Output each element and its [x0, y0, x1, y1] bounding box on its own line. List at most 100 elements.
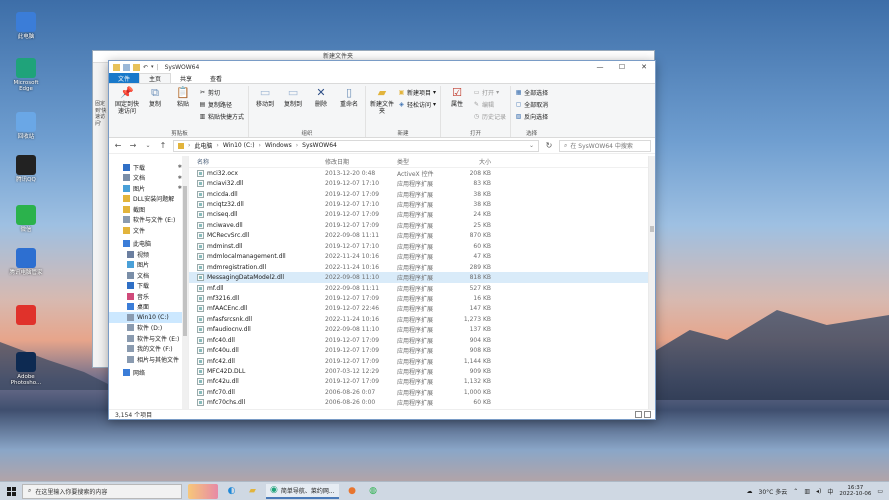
refresh-icon[interactable]: ↻: [544, 141, 554, 150]
desktop-icon[interactable]: 微信: [6, 205, 46, 233]
tray-overflow-icon[interactable]: ⌃: [793, 488, 798, 495]
open-button[interactable]: ▭ 打开 ▾: [473, 88, 506, 97]
forward-arrow-icon[interactable]: →: [128, 141, 138, 150]
new-folder-button[interactable]: ▰ 新建文件夹: [370, 86, 394, 115]
column-name[interactable]: 名称: [189, 157, 319, 166]
recent-locations-icon[interactable]: ⌄: [143, 142, 153, 149]
details-view-icon[interactable]: [635, 411, 642, 418]
ime-indicator[interactable]: 中: [827, 487, 833, 496]
nav-item[interactable]: 相片与其他文件: [109, 354, 188, 365]
nav-item[interactable]: 下载: [109, 281, 188, 292]
weather-text[interactable]: 30°C 多云: [759, 487, 788, 496]
nav-scrollbar[interactable]: [182, 156, 188, 409]
file-row[interactable]: mciwave.dll 2019-12-07 17:09 应用程序扩展 25 KB: [189, 220, 655, 230]
tab-view[interactable]: 查看: [201, 73, 231, 83]
file-explorer-icon[interactable]: ▰: [245, 484, 260, 499]
maximize-button[interactable]: ☐: [611, 63, 633, 71]
title-bar[interactable]: ↶ ▾ | SysWOW64 — ☐ ✕: [109, 61, 655, 73]
easy-access-button[interactable]: ◈ 轻松访问 ▾: [398, 100, 436, 109]
file-row[interactable]: mfAACEnc.dll 2019-12-07 22:46 应用程序扩展 147 KB: [189, 304, 655, 314]
address-dropdown-icon[interactable]: ⌄: [529, 142, 534, 149]
file-row[interactable]: mfc42.dll 2019-12-07 17:09 应用程序扩展 1,144 KB: [189, 356, 655, 366]
tab-home[interactable]: 主页: [139, 73, 172, 83]
properties-button[interactable]: ☑ 属性: [445, 86, 469, 109]
file-row[interactable]: mci32.ocx 2013-12-20 0:48 ActiveX 控件 208 KB: [189, 168, 655, 178]
file-row[interactable]: mdmlocalmanagement.dll 2022-11-24 10:16 应用…: [189, 252, 655, 262]
nav-item[interactable]: 视频: [109, 249, 188, 260]
column-type[interactable]: 类型: [391, 157, 451, 166]
weather-icon[interactable]: ☁: [747, 488, 753, 495]
firefox-icon[interactable]: ●: [345, 484, 360, 499]
close-button[interactable]: ✕: [633, 63, 655, 71]
taskbar-search[interactable]: ⌕ 在这里输入你要搜索的内容: [22, 483, 182, 499]
new-folder-icon[interactable]: [133, 63, 140, 71]
file-row[interactable]: mfc40u.dll 2019-12-07 17:09 应用程序扩展 908 KB: [189, 345, 655, 355]
cut-button[interactable]: ✂ 剪切: [199, 88, 244, 97]
file-row[interactable]: mfc70chs.dll 2006-08-26 0:00 应用程序扩展 60 KB: [189, 398, 655, 408]
file-row[interactable]: mf3216.dll 2019-12-07 17:09 应用程序扩展 16 KB: [189, 293, 655, 303]
file-row[interactable]: mf.dll 2022-09-08 11:11 应用程序扩展 527 KB: [189, 283, 655, 293]
wechat-icon[interactable]: ◍: [366, 484, 381, 499]
paste-shortcut-button[interactable]: ▥ 粘贴快捷方式: [199, 112, 244, 121]
task-view-icon[interactable]: ◐: [224, 484, 239, 499]
copy-button[interactable]: ⧉ 复制: [143, 86, 167, 109]
nav-item[interactable]: 音乐: [109, 291, 188, 302]
nav-item[interactable]: 网络: [109, 368, 188, 379]
search-highlight-icon[interactable]: [188, 483, 218, 499]
volume-icon[interactable]: ◂): [816, 488, 821, 495]
clock[interactable]: 16:37 2022-10-06: [839, 485, 871, 498]
pin-to-quick-access-button[interactable]: 📌 固定到快速访问: [115, 86, 139, 115]
nav-item[interactable]: 软件与文件 (E:): [109, 215, 188, 226]
nav-item[interactable]: 此电脑: [109, 239, 188, 250]
start-button[interactable]: [0, 486, 22, 496]
breadcrumb-syswow64[interactable]: SysWOW64: [302, 142, 337, 149]
move-to-button[interactable]: ▭ 移动到: [253, 86, 277, 109]
nav-item[interactable]: 图片: [109, 260, 188, 271]
column-size[interactable]: 大小: [451, 157, 497, 166]
desktop-icon[interactable]: Microsoft Edge: [6, 58, 46, 92]
properties-icon[interactable]: [123, 63, 130, 71]
nav-item[interactable]: 软件 (D:): [109, 323, 188, 334]
file-row[interactable]: mdminst.dll 2019-12-07 17:10 应用程序扩展 60 KB: [189, 241, 655, 251]
file-list-scrollbar[interactable]: [648, 156, 655, 409]
history-button[interactable]: ◷ 历史记录: [473, 112, 506, 121]
file-row[interactable]: mfc42u.dll 2019-12-07 17:09 应用程序扩展 1,132 KB: [189, 377, 655, 387]
desktop-icon[interactable]: Adobe Photosho...: [6, 352, 46, 386]
undo-icon[interactable]: ↶: [143, 64, 148, 71]
invert-selection-button[interactable]: ▧ 反向选择: [515, 112, 548, 121]
address-bar[interactable]: › 此电脑 › Win10 (C:) › Windows › SysWOW64 …: [173, 139, 539, 152]
select-all-button[interactable]: ▦ 全部选择: [515, 88, 548, 97]
desktop-icon[interactable]: 回收站: [6, 112, 46, 140]
file-row[interactable]: mfasfsrcsnk.dll 2022-11-24 10:16 应用程序扩展 1,2…: [189, 314, 655, 324]
notification-icon[interactable]: ▭: [877, 488, 883, 495]
desktop-icon[interactable]: [6, 305, 46, 327]
column-date[interactable]: 修改日期: [319, 157, 391, 166]
desktop-icon[interactable]: 腾讯QQ: [6, 155, 46, 183]
file-row[interactable]: MCRecvSrc.dll 2022-09-08 11:11 应用程序扩展 870 K…: [189, 231, 655, 241]
file-row[interactable]: mfc40.dll 2019-12-07 17:09 应用程序扩展 904 KB: [189, 335, 655, 345]
tab-file[interactable]: 文件: [109, 73, 140, 83]
rename-button[interactable]: ▯ 重命名: [337, 86, 361, 109]
minimize-button[interactable]: —: [589, 63, 611, 71]
delete-button[interactable]: ✕ 删除: [309, 86, 333, 109]
customize-quick-access-icon[interactable]: ▾: [151, 64, 154, 70]
large-icons-view-icon[interactable]: [644, 411, 651, 418]
paste-button[interactable]: 📋 粘贴: [171, 86, 195, 109]
breadcrumb-drive[interactable]: Win10 (C:): [223, 142, 255, 149]
search-input[interactable]: ⌕ 在 SysWOW64 中搜索: [559, 139, 651, 152]
nav-item[interactable]: 文档 ✱: [109, 173, 188, 184]
network-icon[interactable]: ▥: [804, 488, 810, 495]
nav-item[interactable]: DLL安装问题解: [109, 194, 188, 205]
desktop-icon[interactable]: 腾讯电脑管家: [6, 248, 46, 276]
file-row[interactable]: MessagingDataModel2.dll 2022-09-08 11:10 应…: [189, 272, 655, 283]
back-arrow-icon[interactable]: ←: [113, 141, 123, 150]
file-row[interactable]: mcicda.dll 2019-12-07 17:09 应用程序扩展 38 KB: [189, 189, 655, 199]
nav-item[interactable]: 截图: [109, 204, 188, 215]
copy-path-button[interactable]: ▤ 复制路径: [199, 100, 244, 109]
nav-item[interactable]: 文件: [109, 225, 188, 236]
new-item-button[interactable]: ▣ 新建项目 ▾: [398, 88, 436, 97]
nav-item[interactable]: 桌面: [109, 302, 188, 313]
nav-item[interactable]: 下载 ✱: [109, 162, 188, 173]
desktop-icon[interactable]: 此电脑: [6, 12, 46, 40]
breadcrumb-this-pc[interactable]: 此电脑: [194, 141, 212, 150]
